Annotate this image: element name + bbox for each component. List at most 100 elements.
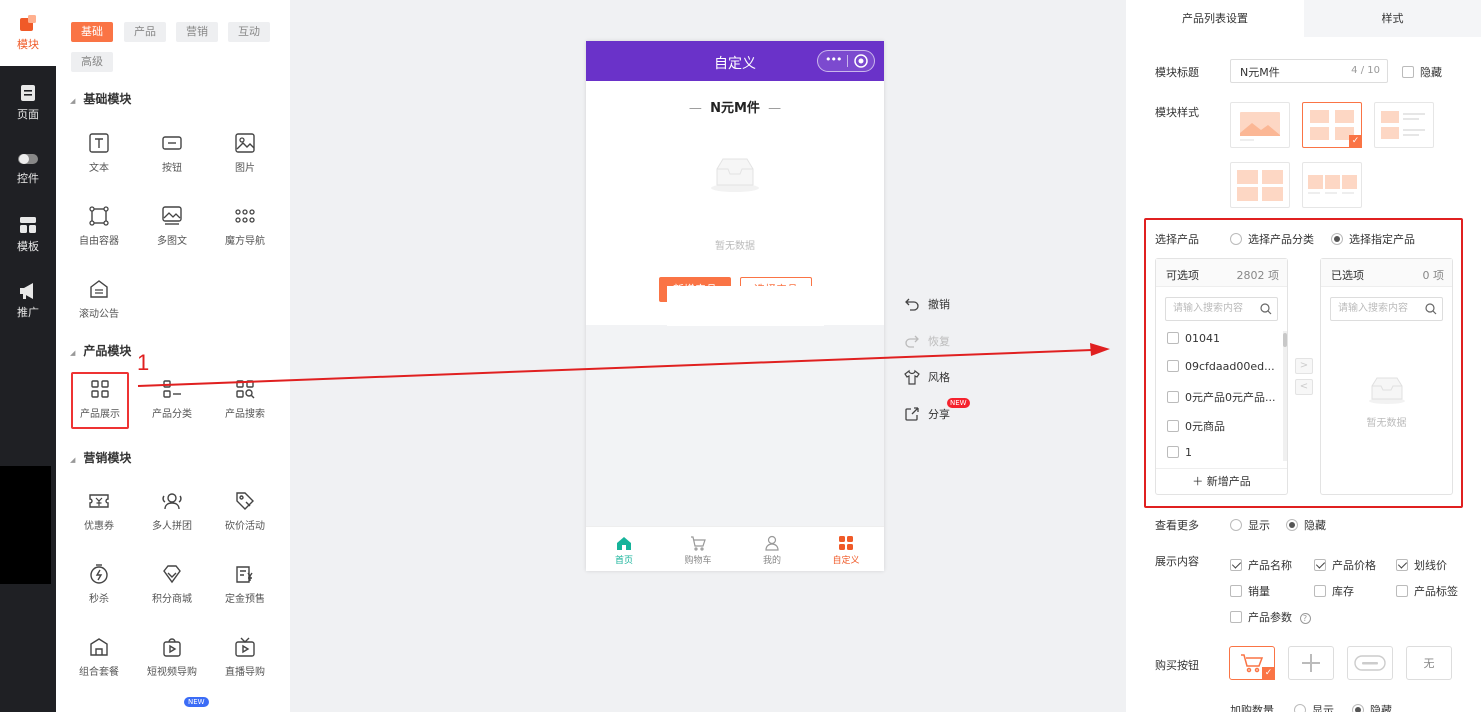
- tab-interaction[interactable]: 互动: [228, 22, 270, 42]
- tabbar-item-custom[interactable]: 自定义: [816, 535, 876, 566]
- grid-icon: [839, 536, 853, 550]
- style-option-big-image[interactable]: [1230, 102, 1290, 148]
- hide-title-checkbox[interactable]: 隐藏: [1402, 64, 1442, 80]
- video-bag-icon: [163, 638, 181, 657]
- notice-icon: [90, 280, 108, 298]
- component-live[interactable]: 直播导购: [216, 632, 274, 688]
- component-product-display[interactable]: 产品展示: [71, 372, 129, 429]
- tabbar-label: 首页: [614, 556, 633, 566]
- radio-more-hide[interactable]: 隐藏: [1286, 517, 1326, 533]
- phone-header: 自定义 •••: [586, 41, 884, 81]
- style-option-list[interactable]: [1374, 102, 1434, 148]
- tab-advanced[interactable]: 高级: [71, 52, 113, 72]
- checkbox-stock[interactable]: 库存: [1314, 583, 1354, 599]
- home-icon: [617, 537, 631, 550]
- radio-qty-show[interactable]: 显示: [1294, 702, 1334, 712]
- list-item[interactable]: 1: [1167, 446, 1192, 459]
- component-scroll-notice[interactable]: 滚动公告: [70, 274, 128, 330]
- move-right-button[interactable]: >: [1295, 358, 1313, 374]
- list-item[interactable]: 01041: [1167, 332, 1220, 345]
- tab-list-settings[interactable]: 产品列表设置: [1126, 0, 1304, 37]
- theme-button[interactable]: 风格: [904, 369, 950, 385]
- rail-item-page[interactable]: 页面: [0, 70, 56, 136]
- checkbox-sales[interactable]: 销量: [1230, 583, 1270, 599]
- section-basic[interactable]: ◢ 基础模块: [70, 90, 131, 107]
- style-option-three-column[interactable]: [1302, 162, 1362, 208]
- list-scrollbar[interactable]: [1283, 331, 1287, 461]
- component-button[interactable]: 按钮: [143, 128, 201, 184]
- settings-panel: 产品列表设置 样式 模块标题 N元M件 4 / 10 隐藏 模块样式 ✓ 选择产…: [1126, 0, 1481, 712]
- component-label: 滚动公告: [79, 309, 119, 320]
- checkbox-product-name[interactable]: 产品名称: [1230, 557, 1292, 573]
- component-product-search[interactable]: 产品搜索: [216, 374, 274, 430]
- component-presale[interactable]: 定金预售: [216, 559, 274, 615]
- list-item[interactable]: 0元商品: [1167, 418, 1225, 434]
- buy-style-cart[interactable]: ✓: [1229, 646, 1275, 680]
- tabbar-label: 自定义: [832, 556, 860, 566]
- component-free-container[interactable]: 自由容器: [70, 201, 128, 257]
- tabbar-item-home[interactable]: 首页: [594, 535, 654, 566]
- component-magic-nav[interactable]: 魔方导航: [216, 201, 274, 257]
- component-image[interactable]: 图片: [216, 128, 274, 184]
- component-short-video[interactable]: 短视频导购: [143, 632, 201, 688]
- selected-title: 已选项: [1331, 269, 1364, 282]
- redo-button[interactable]: 恢复: [904, 333, 950, 349]
- style-label: 模块样式: [1155, 106, 1199, 119]
- component-bargain[interactable]: 砍价活动: [216, 486, 274, 542]
- rail-item-template[interactable]: 模板: [0, 202, 56, 268]
- radio-label: 显示: [1248, 519, 1270, 532]
- title-input[interactable]: N元M件 4 / 10: [1230, 59, 1388, 83]
- help-icon[interactable]: ?: [1299, 613, 1311, 624]
- component-group-buy[interactable]: 多人拼团: [143, 486, 201, 542]
- buy-style-pill[interactable]: [1347, 646, 1393, 680]
- shirt-icon: [904, 369, 920, 385]
- checkbox-product-tag[interactable]: 产品标签: [1396, 583, 1458, 599]
- component-text[interactable]: 文本: [70, 128, 128, 184]
- buy-style-plus[interactable]: [1288, 646, 1334, 680]
- capsule-menu[interactable]: •••: [817, 50, 875, 72]
- checkbox-product-price[interactable]: 产品价格: [1314, 557, 1376, 573]
- module-title: — N元M件 —: [688, 101, 782, 116]
- section-marketing[interactable]: ◢ 营销模块: [70, 449, 131, 466]
- list-item[interactable]: 09cfdaad00ed...: [1167, 360, 1275, 373]
- text-icon: [89, 133, 109, 153]
- component-combo[interactable]: 组合套餐: [70, 632, 128, 688]
- checkbox-product-params[interactable]: 产品参数 ?: [1230, 609, 1311, 625]
- component-label: 多人拼团: [152, 521, 192, 532]
- undo-button[interactable]: 撤销: [904, 296, 950, 312]
- move-left-button[interactable]: <: [1295, 379, 1313, 395]
- tab-basic[interactable]: 基础: [71, 22, 113, 42]
- radio-qty-hide[interactable]: 隐藏: [1352, 702, 1392, 712]
- component-coupon[interactable]: 优惠券: [70, 486, 128, 542]
- share-button[interactable]: 分享: [904, 406, 950, 422]
- buy-style-none[interactable]: 无: [1406, 646, 1452, 680]
- radio-by-specific[interactable]: 选择指定产品: [1331, 231, 1415, 247]
- component-multi-image[interactable]: 多图文: [143, 201, 201, 257]
- tab-product[interactable]: 产品: [124, 22, 166, 42]
- rail-label: 控件: [17, 172, 39, 185]
- rail-item-module[interactable]: 模块: [0, 0, 56, 66]
- available-search-input[interactable]: 请输入搜索内容: [1165, 297, 1278, 321]
- style-option-two-column[interactable]: ✓: [1302, 102, 1362, 148]
- rail-item-promote[interactable]: 推广: [0, 268, 56, 334]
- tab-marketing[interactable]: 营销: [176, 22, 218, 42]
- checkbox-strike-price[interactable]: 划线价: [1396, 557, 1447, 573]
- radio-by-category[interactable]: 选择产品分类: [1230, 231, 1314, 247]
- radio-label: 选择产品分类: [1248, 233, 1314, 246]
- component-product-category[interactable]: 产品分类: [143, 374, 201, 430]
- tab-style[interactable]: 样式: [1304, 0, 1481, 37]
- component-flash-sale[interactable]: 秒杀: [70, 559, 128, 615]
- component-points-mall[interactable]: 积分商城: [143, 559, 201, 615]
- selected-search-input[interactable]: 请输入搜索内容: [1330, 297, 1443, 321]
- rail-item-control[interactable]: 控件: [0, 136, 56, 202]
- toggle-icon: [18, 154, 38, 164]
- add-product-link[interactable]: ＋ 新增产品: [1156, 468, 1287, 494]
- list-item[interactable]: 0元产品0元产品...: [1167, 389, 1276, 405]
- component-label: 秒杀: [89, 594, 109, 605]
- empty-box-icon: [711, 158, 759, 192]
- tabbar-item-cart[interactable]: 购物车: [668, 535, 728, 566]
- section-product[interactable]: ◢ 产品模块: [70, 342, 131, 359]
- style-option-one-plus-two[interactable]: [1230, 162, 1290, 208]
- tabbar-item-me[interactable]: 我的: [742, 535, 802, 566]
- radio-more-show[interactable]: 显示: [1230, 517, 1270, 533]
